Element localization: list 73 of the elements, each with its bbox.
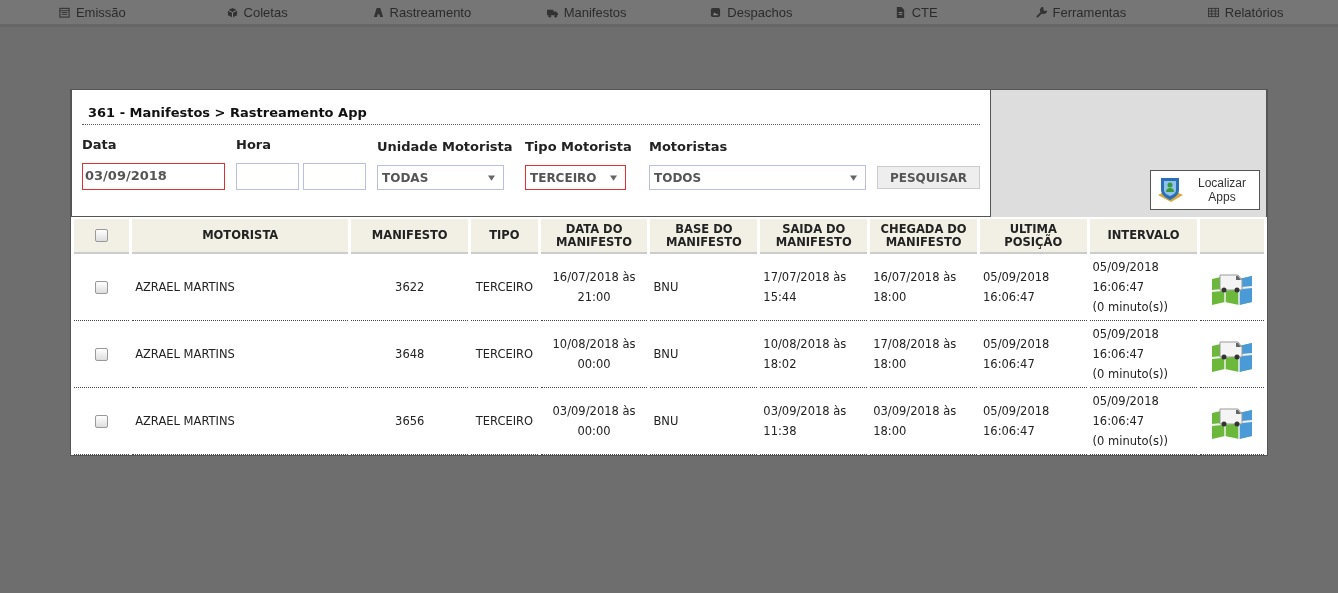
nav-link[interactable]: CTE	[833, 4, 999, 20]
nav-link[interactable]: Rastreamento	[339, 4, 505, 20]
table-cell-text: TERCEIRO	[475, 413, 534, 430]
table-cell-text: 05/09/2018 16:06:47	[983, 403, 1050, 440]
table-cell-text: 16/07/2018 às 18:00	[873, 269, 957, 306]
table-cell-text: 3648	[395, 346, 425, 363]
table-cell-text: 05/09/2018 16:06:47	[983, 269, 1050, 306]
nav-link[interactable]: Ferramentas	[998, 4, 1164, 20]
image-icon	[710, 6, 722, 18]
table-cell-text: 10/08/2018 às 00:00	[552, 336, 636, 373]
table-cell-text: 03/09/2018 às 00:00	[552, 403, 636, 440]
select-field[interactable]: TERCEIRO	[525, 165, 626, 190]
calendar-icon	[58, 6, 70, 18]
caret-icon	[488, 174, 495, 181]
column-header: ULTIMA POSIÇÃO	[980, 219, 1087, 254]
field-label: Data	[82, 137, 118, 154]
column-header: TIPO	[471, 219, 538, 254]
cube-icon	[226, 6, 238, 18]
table-cell-text: AZRAEL MARTINS	[135, 413, 235, 430]
locate-apps-button[interactable]: Localizar Apps	[1150, 170, 1260, 210]
table-cell-text: 16/07/2018 às 21:00	[552, 269, 636, 306]
hour-field[interactable]	[236, 163, 299, 190]
table-cell-text: TERCEIRO	[475, 346, 534, 363]
search-button[interactable]: PESQUISAR	[877, 166, 980, 189]
table-cell-text: 3622	[395, 279, 425, 296]
row-checkbox[interactable]	[95, 348, 109, 361]
table-cell-text: 05/09/2018 16:06:47 (0 minuto(s))	[1092, 259, 1168, 316]
column-header: MANIFESTO	[351, 219, 469, 254]
nav-link[interactable]: Relatórios	[1163, 4, 1328, 20]
table-cell-text: BNU	[653, 346, 679, 363]
field-label: Hora	[236, 137, 272, 154]
column-header: INTERVALO	[1089, 219, 1198, 254]
table-cell-text: 05/09/2018 16:06:47 (0 minuto(s))	[1092, 393, 1168, 450]
column-header: SAIDA DO MANIFESTO	[760, 219, 868, 254]
caret-icon	[610, 174, 617, 181]
select-field[interactable]: TODOS	[649, 165, 866, 190]
table-cell-text: AZRAEL MARTINS	[135, 346, 235, 363]
row-checkbox[interactable]	[95, 415, 109, 428]
table-cell-text: 3656	[395, 413, 425, 430]
column-header: CHEGADA DO MANIFESTO	[870, 219, 978, 254]
column-header: DATA DO MANIFESTO	[540, 219, 648, 254]
nav-link[interactable]: Coletas	[174, 4, 340, 20]
document-icon	[894, 6, 906, 18]
select-all-checkbox[interactable]	[95, 229, 109, 242]
table-cell-text: BNU	[653, 279, 679, 296]
table-icon	[1207, 6, 1219, 18]
breadcrumb: 361 - Manifestos > Rastreamento App	[82, 90, 980, 125]
nav-link[interactable]: Manifestos	[504, 4, 669, 20]
table-cell-text: 03/09/2018 às 11:38	[763, 403, 847, 440]
table-cell-text: 03/09/2018 às 18:00	[873, 403, 957, 440]
table-cell-text: 17/07/2018 às 15:44	[763, 269, 847, 306]
table-cell-text: 10/08/2018 às 18:02	[763, 336, 847, 373]
field-label: Unidade Motorista	[377, 139, 514, 156]
wrench-icon	[1035, 6, 1047, 18]
select-field[interactable]: TODAS	[377, 165, 504, 190]
field-label: Motoristas	[649, 139, 729, 156]
date-field[interactable]: 03/09/2018	[82, 163, 225, 190]
column-header: BASE DO MANIFESTO	[650, 219, 758, 254]
nav-link[interactable]: Despachos	[669, 4, 834, 20]
field-label: Tipo Motorista	[525, 139, 633, 156]
minute-field[interactable]	[303, 163, 366, 190]
caret-icon	[850, 174, 857, 181]
nav-link[interactable]: Emissão	[10, 4, 175, 20]
table-cell-text: TERCEIRO	[475, 279, 534, 296]
table-cell-text: 05/09/2018 16:06:47	[983, 336, 1050, 373]
table-cell-text: BNU	[653, 413, 679, 430]
table-cell-text: 05/09/2018 16:06:47 (0 minuto(s))	[1092, 326, 1168, 383]
column-header: MOTORISTA	[132, 219, 349, 254]
row-checkbox[interactable]	[95, 281, 109, 294]
table-cell-text: 17/08/2018 às 18:00	[873, 336, 957, 373]
table-cell-text: AZRAEL MARTINS	[135, 279, 235, 296]
road-icon	[372, 6, 384, 18]
header-cell	[1200, 219, 1264, 254]
